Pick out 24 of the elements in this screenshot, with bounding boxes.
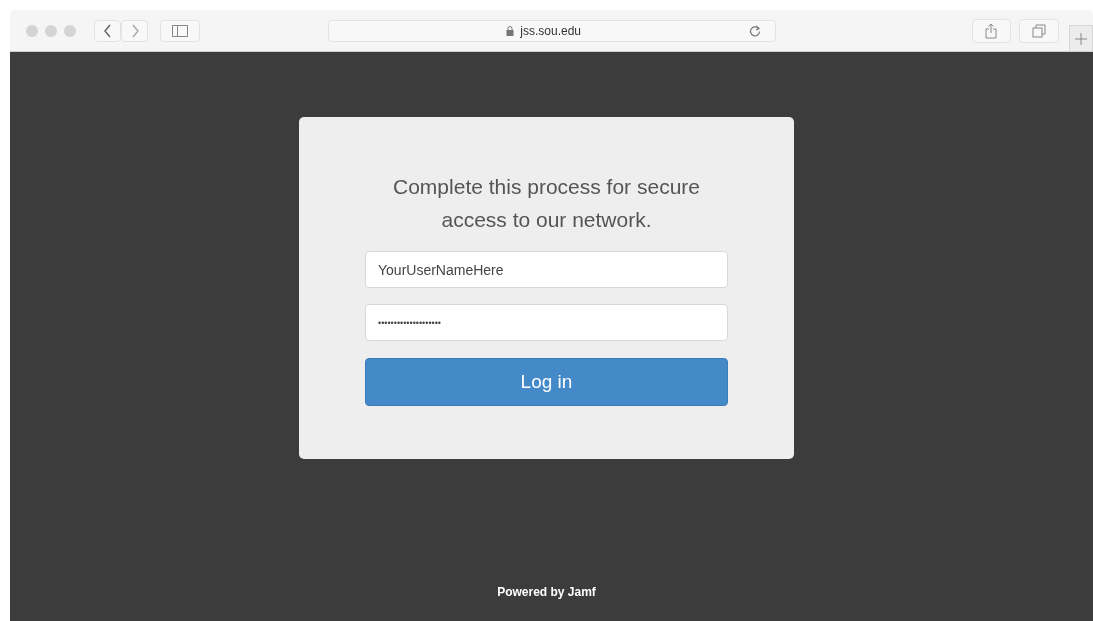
share-button[interactable] xyxy=(971,18,1012,43)
tabs-button[interactable] xyxy=(1019,18,1060,43)
forward-button[interactable] xyxy=(121,19,148,42)
lock-icon xyxy=(506,25,515,36)
footer-text: Powered by Jamf xyxy=(497,585,596,599)
new-tab-button[interactable] xyxy=(1069,25,1093,51)
username-field[interactable]: YourUserNameHere xyxy=(365,251,728,288)
share-icon xyxy=(985,22,998,39)
window-control-dot[interactable] xyxy=(64,24,76,37)
url-text: jss.sou.edu xyxy=(520,23,581,38)
plus-icon xyxy=(1075,32,1088,45)
chevron-right-icon xyxy=(129,23,140,38)
login-button[interactable]: Log in xyxy=(365,358,728,406)
sidebar-icon xyxy=(171,24,188,37)
chevron-left-icon xyxy=(102,23,113,38)
window-control-dot[interactable] xyxy=(26,24,38,37)
back-button[interactable] xyxy=(94,19,121,42)
login-heading: Complete this process for secure access to our network. xyxy=(392,174,701,233)
address-bar[interactable]: jss.sou.edu xyxy=(327,19,776,42)
sidebar-button[interactable] xyxy=(160,19,200,42)
password-field[interactable]: •••••••••••••••••••• xyxy=(365,304,728,341)
tabs-icon xyxy=(1032,23,1047,38)
reload-icon[interactable] xyxy=(748,24,761,37)
window-control-dot[interactable] xyxy=(45,24,57,37)
